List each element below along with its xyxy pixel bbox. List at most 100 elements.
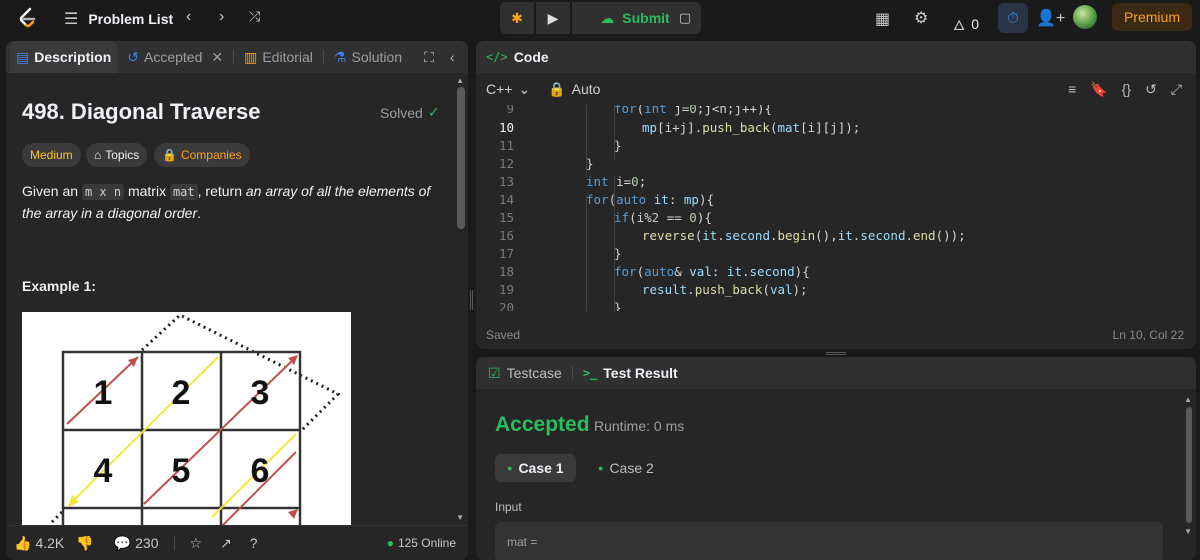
vertical-resize-handle[interactable]: [470, 290, 473, 310]
auto-mode[interactable]: 🔒 Auto: [548, 81, 600, 98]
tab-testcase[interactable]: ☑ Testcase: [488, 365, 562, 382]
leetcode-logo-icon[interactable]: [14, 5, 40, 31]
timer-button[interactable]: ⏱: [998, 3, 1028, 33]
tab-solution-label: Solution: [351, 49, 403, 65]
input-value-box: mat =: [495, 522, 1163, 560]
online-label: 125 Online: [397, 536, 456, 550]
topics-tag[interactable]: ⌂ Topics: [86, 143, 148, 167]
star-icon[interactable]: ☆: [189, 535, 202, 552]
premium-button[interactable]: Premium: [1112, 3, 1192, 31]
tab-description[interactable]: ▤ Description: [10, 41, 118, 73]
flask-icon: ⚗: [333, 48, 347, 65]
like-button[interactable]: 👍 4.2K: [14, 535, 64, 552]
scroll-up-arrow-icon[interactable]: ▲: [456, 76, 464, 85]
bookmark-icon[interactable]: 🔖: [1090, 81, 1107, 98]
code-editor[interactable]: 9 for(int j=0;j<n;j++){ 10 mp[i+j].push_…: [476, 105, 1196, 311]
result-tabs: ☑ Testcase >_ Test Result: [476, 357, 1196, 389]
line-number: 18: [498, 264, 514, 279]
streak-counter[interactable]: 🜂 0: [953, 9, 979, 38]
diagonal-grid-figure: 1 2 3 4 5 6: [22, 312, 351, 526]
maximize-icon[interactable]: ⤢: [1171, 81, 1182, 98]
footer-divider: [174, 536, 176, 550]
pass-dot-icon: ●: [598, 463, 604, 473]
lock-icon: 🔒: [162, 148, 177, 162]
test-result-panel: ☑ Testcase >_ Test Result Accepted Runti…: [476, 357, 1196, 560]
language-select[interactable]: C++ ⌄: [486, 81, 530, 98]
lock-icon: 🔒: [548, 80, 566, 97]
case-1-label: Case 1: [518, 460, 564, 476]
expand-icon[interactable]: ⛶: [424, 49, 434, 66]
layout-icon[interactable]: ▦: [875, 9, 890, 29]
grid-number: 6: [251, 452, 270, 490]
comment-count: 230: [135, 535, 159, 551]
shuffle-icon[interactable]: ⤮: [249, 8, 260, 25]
run-button[interactable]: ▶: [536, 2, 570, 34]
result-scrollbar[interactable]: [1186, 407, 1192, 523]
check-circle-icon: ✓: [427, 104, 440, 120]
editor-toolbar: C++ ⌄ 🔒 Auto ≡ 🔖 {} ↺ ⤢: [476, 73, 1196, 105]
next-problem-icon[interactable]: ›: [219, 8, 224, 26]
collapse-chevron-icon[interactable]: ‹: [450, 49, 455, 65]
tab-test-result[interactable]: >_ Test Result: [583, 365, 678, 381]
settings-gear-icon[interactable]: ⚙: [914, 8, 928, 28]
online-dot-icon: ●: [386, 536, 394, 550]
tab-editorial[interactable]: ▥ Editorial: [238, 41, 319, 73]
solved-label: Solved: [380, 104, 423, 121]
description-scrollbar[interactable]: [457, 87, 465, 229]
editor-actions: ≡ 🔖 {} ↺ ⤢: [1068, 81, 1182, 98]
panel-resize-handle[interactable]: [826, 352, 846, 355]
problem-list-button[interactable]: ☰ Problem List: [64, 9, 173, 29]
companies-tag[interactable]: 🔒 Companies: [154, 143, 250, 167]
description-panel: ▤ Description ↺ Accepted ✕ ▥ Editorial ⚗…: [6, 41, 468, 560]
thumbs-up-icon: 👍: [14, 534, 32, 551]
scroll-up-arrow-icon[interactable]: ▲: [1184, 395, 1192, 404]
tab-solution[interactable]: ⚗ Solution: [328, 41, 408, 73]
difficulty-label: Medium: [30, 148, 73, 162]
reset-icon[interactable]: ↺: [1145, 81, 1157, 98]
list-icon: ☰: [64, 11, 79, 28]
tab-divider: [322, 50, 324, 64]
line-number: 20: [498, 300, 514, 311]
avatar[interactable]: [1073, 5, 1097, 29]
tag-icon: ⌂: [94, 148, 102, 162]
history-icon: ↺: [127, 48, 139, 65]
tab-accepted[interactable]: ↺ Accepted ✕: [121, 41, 229, 73]
submit-label: Submit: [622, 10, 670, 26]
add-friend-icon[interactable]: 👤+: [1036, 8, 1065, 28]
grid-number: 5: [172, 452, 191, 490]
desc-part: .: [197, 205, 201, 221]
tab-divider: [233, 50, 235, 64]
case-1-tab[interactable]: ● Case 1: [495, 454, 576, 482]
braces-icon[interactable]: {}: [1122, 81, 1131, 98]
line-number: 14: [498, 192, 514, 207]
debug-button[interactable]: ✱: [500, 2, 534, 34]
grid-number: 2: [172, 374, 191, 412]
online-count: ● 125 Online: [387, 536, 456, 550]
tab-divider: [571, 366, 573, 380]
stopwatch-icon: ⏱: [1007, 9, 1019, 27]
prev-problem-icon[interactable]: ‹: [186, 8, 191, 26]
line-number: 13: [498, 174, 514, 189]
scroll-down-arrow-icon[interactable]: ▼: [456, 513, 464, 522]
inline-code: m x n: [81, 184, 125, 200]
comments-button[interactable]: 💬 230: [114, 535, 159, 552]
close-tab-icon[interactable]: ✕: [211, 49, 223, 66]
topics-label: Topics: [105, 148, 140, 162]
code-panel: </> Code C++ ⌄ 🔒 Auto ≡ 🔖 {} ↺ ⤢ 9 for(i…: [476, 41, 1196, 349]
book-icon: ▥: [244, 48, 258, 65]
scroll-down-arrow-icon[interactable]: ▼: [1184, 527, 1192, 536]
terminal-icon: >_: [582, 366, 598, 380]
play-icon: ▶: [547, 9, 559, 26]
line-number: 15: [498, 210, 514, 225]
cloud-upload-icon: ☁: [600, 9, 615, 26]
line-number: 16: [498, 228, 514, 243]
notes-button[interactable]: ▢: [669, 2, 701, 34]
desc-part: , return: [197, 183, 246, 199]
tab-testcase-label: Testcase: [506, 365, 562, 381]
case-2-tab[interactable]: ● Case 2: [586, 454, 666, 482]
format-icon[interactable]: ≡: [1068, 81, 1076, 98]
thumbs-down-icon[interactable]: 👎: [76, 535, 93, 552]
help-icon[interactable]: ?: [250, 535, 258, 551]
top-bar: ☰ Problem List ‹ › ⤮ ✱ ▶ ☁ Submit ▢ ▦ ⚙ …: [0, 0, 1200, 36]
share-icon[interactable]: ↗: [220, 535, 232, 552]
